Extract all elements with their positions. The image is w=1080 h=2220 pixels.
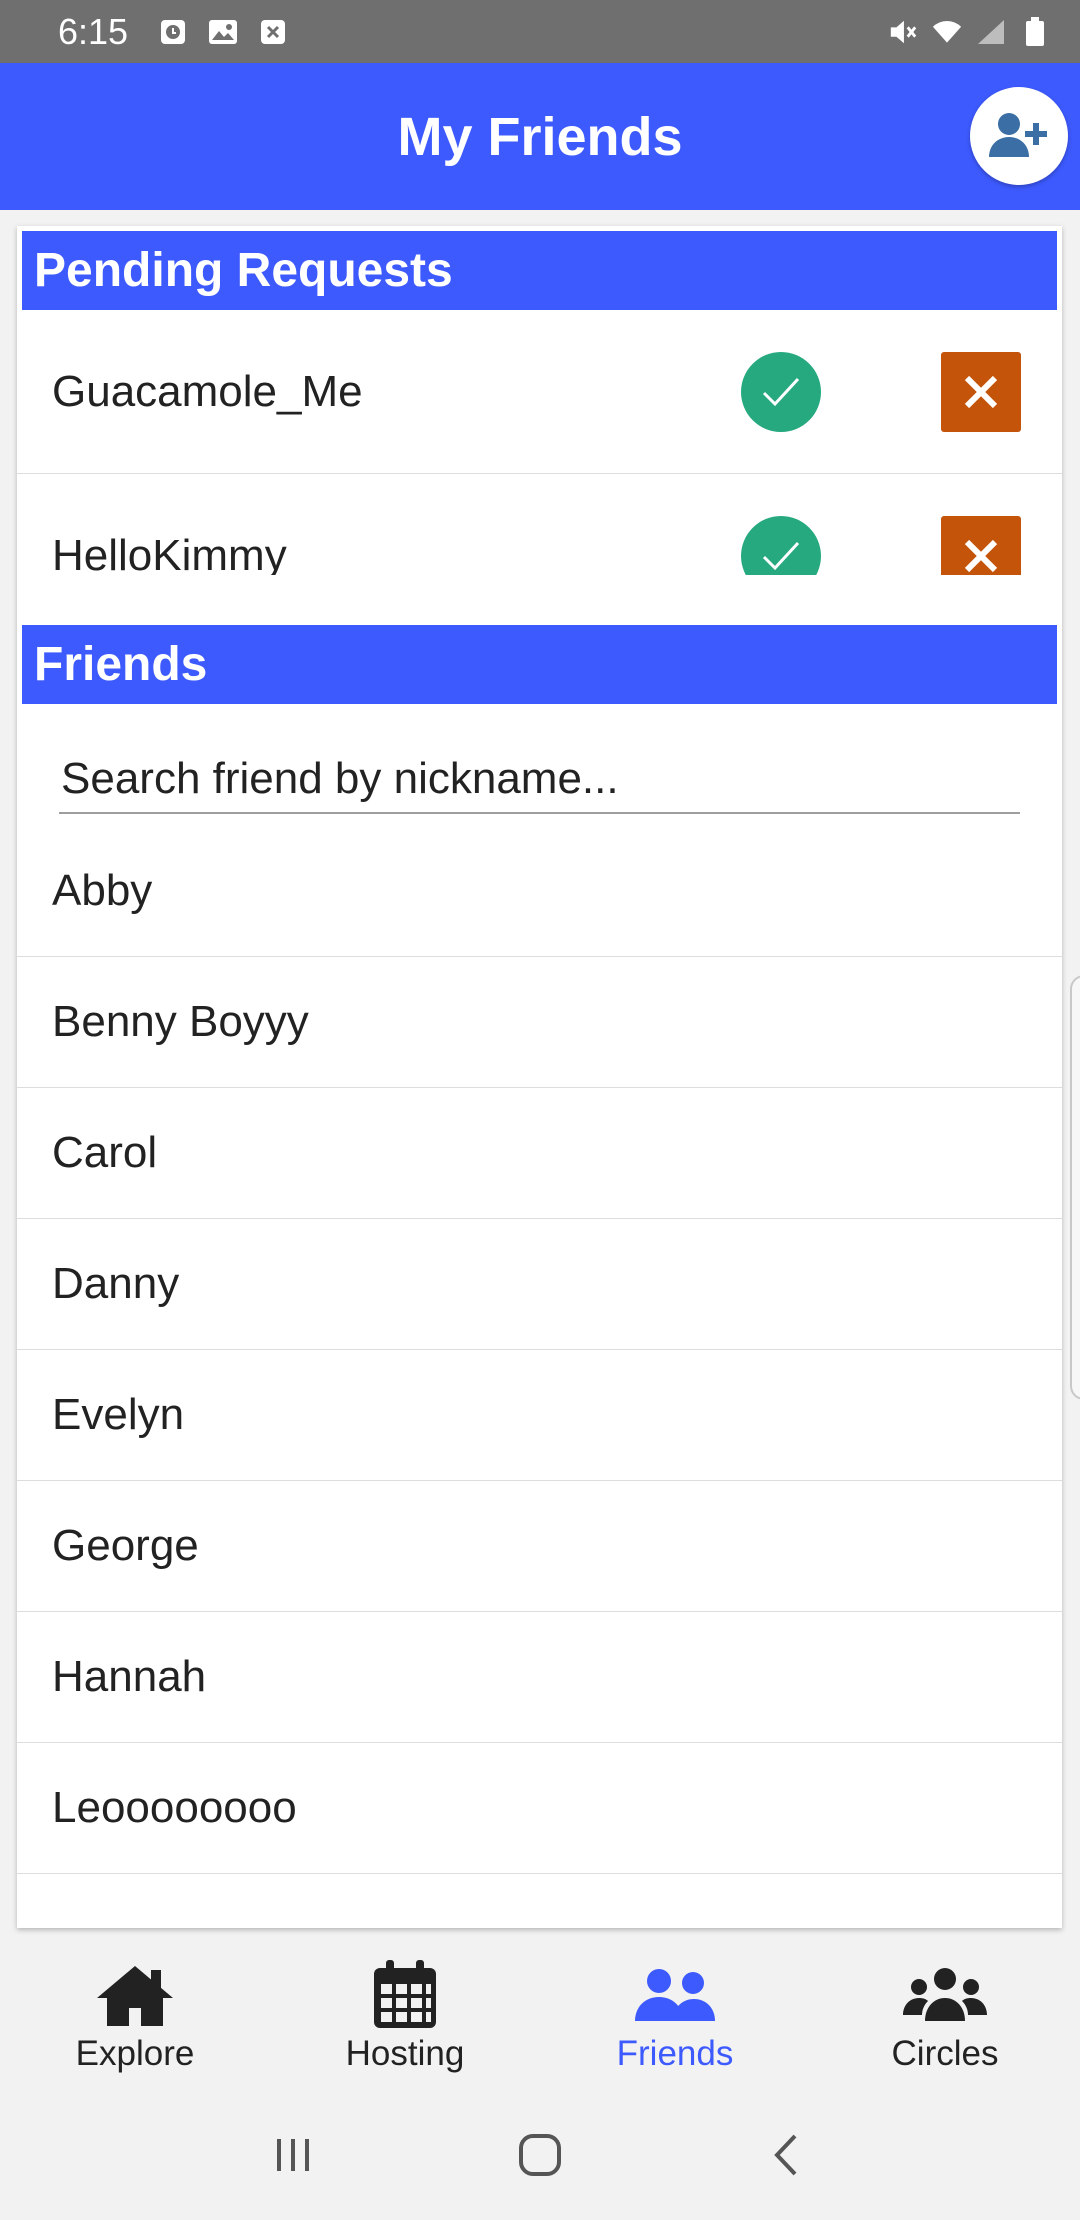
bottom-tab-bar: Explore Hosting Friends Circles [0, 1946, 1080, 2090]
friend-row[interactable]: Evelyn [17, 1350, 1062, 1481]
tab-label: Hosting [345, 2034, 465, 2073]
friends-title: Friends [34, 638, 208, 691]
tab-label: Friends [616, 2034, 734, 2073]
pending-requests-header: Pending Requests [22, 231, 1057, 310]
battery-icon [1020, 16, 1050, 47]
image-notification-icon [208, 17, 238, 47]
decline-request-button[interactable] [941, 351, 1021, 432]
friend-row[interactable]: George [17, 1481, 1062, 1612]
app-bar: My Friends [0, 63, 1080, 210]
back-icon [773, 2134, 797, 2176]
friend-row[interactable]: Leoooooooo [17, 1743, 1062, 1874]
page-title: My Friends [397, 106, 683, 167]
pending-request-row: HelloKimmy [17, 474, 1062, 575]
signal-icon [976, 17, 1006, 47]
friends-list[interactable]: Abby Benny Boyyy Carol Danny Evelyn Geor… [17, 826, 1062, 1874]
edge-panel-handle[interactable] [1070, 975, 1080, 1400]
status-bar: 6:15 [0, 0, 1080, 63]
tab-explore[interactable]: Explore [0, 1946, 270, 2090]
friends-header: Friends [22, 625, 1057, 704]
calendar-icon [363, 1960, 447, 2028]
recent-apps-button[interactable] [258, 2120, 328, 2190]
circles-icon [903, 1962, 987, 2028]
notification-icons [158, 17, 288, 47]
friends-icon [633, 1962, 717, 2028]
pending-request-name: HelloKimmy [52, 530, 287, 576]
close-icon [964, 539, 998, 572]
friend-row[interactable]: Abby [17, 826, 1062, 957]
clock-notification-icon [158, 17, 188, 47]
check-icon [762, 541, 800, 570]
decline-request-button[interactable] [941, 515, 1021, 575]
back-button[interactable] [752, 2120, 822, 2190]
add-friend-button[interactable] [970, 87, 1068, 185]
pending-request-row: Guacamole_Me [17, 310, 1062, 474]
friend-row[interactable]: Danny [17, 1219, 1062, 1350]
friend-row[interactable]: Carol [17, 1088, 1062, 1219]
close-notification-icon [258, 17, 288, 47]
add-user-icon [989, 113, 1047, 157]
tab-hosting[interactable]: Hosting [270, 1946, 540, 2090]
home-button[interactable] [505, 2120, 575, 2190]
search-container [17, 704, 1062, 826]
mute-icon [888, 17, 918, 47]
status-time: 6:15 [58, 10, 129, 52]
accept-request-button[interactable] [741, 351, 821, 432]
tab-label: Circles [891, 2034, 999, 2073]
wifi-icon [932, 17, 962, 47]
system-nav-bar [0, 2090, 1080, 2220]
search-friend-input[interactable] [59, 746, 1020, 814]
pending-requests-list[interactable]: Guacamole_Me HelloKimmy [17, 310, 1062, 575]
close-icon [964, 375, 998, 408]
tab-friends[interactable]: Friends [540, 1946, 810, 2090]
pending-request-name: Guacamole_Me [52, 366, 363, 416]
system-icons [888, 16, 1050, 47]
accept-request-button[interactable] [741, 515, 821, 575]
pending-requests-title: Pending Requests [34, 244, 453, 297]
home-circle-icon [518, 2134, 561, 2176]
check-icon [762, 377, 800, 406]
tab-label: Explore [75, 2034, 195, 2073]
friend-row[interactable]: Hannah [17, 1612, 1062, 1743]
tab-circles[interactable]: Circles [810, 1946, 1080, 2090]
recent-apps-icon [277, 2139, 310, 2171]
friend-row[interactable]: Benny Boyyy [17, 957, 1062, 1088]
friends-card: Pending Requests Guacamole_Me HelloKimmy… [17, 226, 1062, 1928]
home-icon [93, 1962, 177, 2028]
